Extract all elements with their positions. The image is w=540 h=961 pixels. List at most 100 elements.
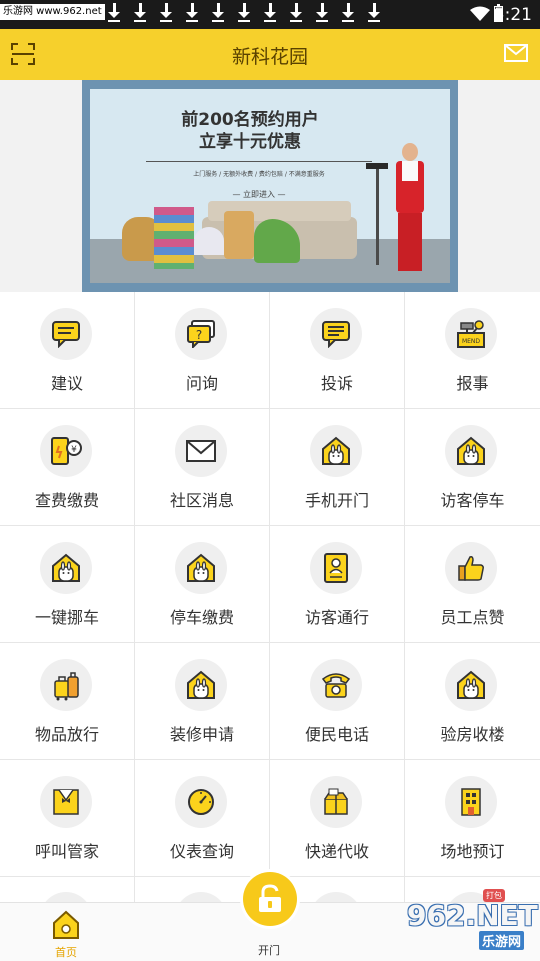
page-title: 新科花园 bbox=[231, 46, 308, 68]
banner-cta[interactable]: — 立即进入 — bbox=[146, 189, 372, 200]
download-icon bbox=[156, 3, 176, 25]
status-time: 5:21 bbox=[493, 5, 532, 25]
banner-image: 前200名预约用户 立享十元优惠 上门服务 / 无额外收费 / 费约包赔 / 不… bbox=[90, 89, 450, 283]
grid-item-complaint[interactable]: 投诉 bbox=[270, 292, 405, 409]
grid-item-visitor-parking[interactable]: 访客停车 bbox=[405, 409, 540, 526]
grid-item-report[interactable]: MEND 报事 bbox=[405, 292, 540, 409]
download-icon bbox=[312, 3, 332, 25]
towels-illustration bbox=[154, 207, 194, 269]
download-icon bbox=[286, 3, 306, 25]
iron-illustration bbox=[194, 227, 224, 255]
grid-item-fee-payment[interactable]: ¥ 查费缴费 bbox=[0, 409, 135, 526]
grid-item-label: 员工点赞 bbox=[440, 608, 505, 627]
grid-item-community-messages[interactable]: 社区消息 bbox=[135, 409, 270, 526]
house-door-icon bbox=[187, 670, 215, 699]
download-icon bbox=[182, 3, 202, 25]
grid-item-label: 仪表查询 bbox=[169, 842, 234, 861]
download-icon bbox=[208, 3, 228, 25]
status-watermark: 乐游网 www.962.net bbox=[0, 4, 105, 20]
download-icon bbox=[104, 3, 124, 25]
report-icon: MEND bbox=[457, 320, 485, 348]
grid-item-label: 呼叫管家 bbox=[34, 842, 99, 861]
app-header: 新科花园 bbox=[0, 29, 540, 80]
grid-item-label: 投诉 bbox=[320, 374, 353, 393]
download-icon bbox=[130, 3, 150, 25]
mail-icon[interactable] bbox=[504, 44, 528, 62]
watermark-site: 乐游网 bbox=[479, 931, 525, 950]
grid-item-label: 社区消息 bbox=[169, 491, 234, 510]
grid-item-label: 快递代收 bbox=[304, 842, 369, 861]
grid-item-call-butler[interactable]: 呼叫管家 bbox=[0, 760, 135, 877]
grid-item-label: 一键挪车 bbox=[34, 608, 99, 627]
phone-payment-icon: ¥ bbox=[51, 437, 82, 465]
grid-item-label: 物品放行 bbox=[34, 725, 99, 744]
nav-home[interactable]: 首页 bbox=[30, 907, 102, 959]
grid-item-service-phone[interactable]: 便民电话 bbox=[270, 643, 405, 760]
grid-item-mobile-unlock[interactable]: 手机开门 bbox=[270, 409, 405, 526]
unlock-button[interactable] bbox=[243, 872, 297, 926]
grid-item-label: 停车缴费 bbox=[169, 608, 234, 627]
wifi-icon bbox=[470, 6, 490, 21]
mop-illustration bbox=[366, 163, 388, 265]
download-icon bbox=[260, 3, 280, 25]
svg-text:?: ? bbox=[196, 328, 202, 342]
bottles-illustration bbox=[224, 211, 254, 259]
telephone-icon bbox=[321, 673, 351, 698]
nav-home-label: 首页 bbox=[55, 946, 77, 959]
question-icon: ? bbox=[187, 320, 215, 348]
svg-text:¥: ¥ bbox=[71, 445, 77, 455]
banner-divider bbox=[146, 161, 372, 162]
grid-item-label: 验房收楼 bbox=[440, 725, 505, 744]
grid-item-label: 问询 bbox=[185, 374, 218, 393]
banner-headline-1: 前200名预约用户 bbox=[181, 110, 319, 130]
watermark: 打包 962.NET 乐游网 bbox=[405, 889, 538, 953]
grid-item-inquiry[interactable]: ? 问询 bbox=[135, 292, 270, 409]
house-door-icon bbox=[187, 553, 215, 582]
grid-item-suggestion[interactable]: 建议 bbox=[0, 292, 135, 409]
banner-cta-label: 立即进入 bbox=[243, 190, 275, 199]
grid-item-label: 查费缴费 bbox=[34, 491, 99, 510]
grid-item-label: 场地预订 bbox=[440, 842, 505, 861]
download-notifications bbox=[104, 3, 384, 25]
grid-item-parcel-collection[interactable]: 快递代收 bbox=[270, 760, 405, 877]
grid-item-item-release[interactable]: 物品放行 bbox=[0, 643, 135, 760]
grid-item-label: 访客停车 bbox=[440, 491, 505, 510]
meter-icon bbox=[188, 789, 214, 815]
padlock-open-icon bbox=[259, 884, 281, 912]
nav-unlock-label: 开门 bbox=[258, 944, 280, 957]
house-door-icon bbox=[322, 436, 350, 465]
grid-item-house-inspection[interactable]: 验房收楼 bbox=[405, 643, 540, 760]
grid-item-label: 便民电话 bbox=[304, 725, 369, 744]
grid-item-label: 装修申请 bbox=[169, 725, 234, 744]
grid-item-meter-query[interactable]: 仪表查询 bbox=[135, 760, 270, 877]
banner-headline-2: 立享十元优惠 bbox=[199, 132, 301, 152]
complaint-icon bbox=[322, 321, 350, 348]
grid-item-venue-booking[interactable]: 场地预订 bbox=[405, 760, 540, 877]
home-icon bbox=[53, 910, 79, 939]
thumbs-up-icon bbox=[458, 556, 484, 581]
butler-icon bbox=[53, 789, 79, 815]
grid-item-label: 报事 bbox=[456, 374, 489, 393]
svg-text:MEND: MEND bbox=[462, 338, 480, 345]
house-door-icon bbox=[457, 436, 485, 465]
grid-item-renovation-request[interactable]: 装修申请 bbox=[135, 643, 270, 760]
grid-item-visitor-pass[interactable]: 访客通行 bbox=[270, 526, 405, 643]
house-door-icon bbox=[52, 553, 80, 582]
id-card-icon bbox=[324, 553, 348, 583]
grid-item-staff-like[interactable]: 员工点赞 bbox=[405, 526, 540, 643]
package-icon bbox=[324, 788, 348, 815]
chat-icon bbox=[52, 321, 80, 348]
service-grid: 建议 ? 问询 投诉 MEND 报事 ¥ 查费缴费 社区消息 手机开门 访客停车… bbox=[0, 292, 540, 877]
download-icon bbox=[338, 3, 358, 25]
grid-item-label: 访客通行 bbox=[304, 608, 369, 627]
download-icon bbox=[234, 3, 254, 25]
banner-subline: 上门服务 / 无额外收费 / 费约包赔 / 不满意重服务 bbox=[193, 171, 325, 178]
banner-area: 前200名预约用户 立享十元优惠 上门服务 / 无额外收费 / 费约包赔 / 不… bbox=[0, 80, 540, 292]
download-icon bbox=[364, 3, 384, 25]
grid-item-partial[interactable] bbox=[0, 876, 135, 902]
grid-item-label: 建议 bbox=[50, 374, 83, 393]
luggage-icon bbox=[54, 672, 79, 701]
grid-item-move-car[interactable]: 一键挪车 bbox=[0, 526, 135, 643]
grid-item-parking-payment[interactable]: 停车缴费 bbox=[135, 526, 270, 643]
promo-banner[interactable]: 前200名预约用户 立享十元优惠 上门服务 / 无额外收费 / 费约包赔 / 不… bbox=[82, 80, 458, 292]
